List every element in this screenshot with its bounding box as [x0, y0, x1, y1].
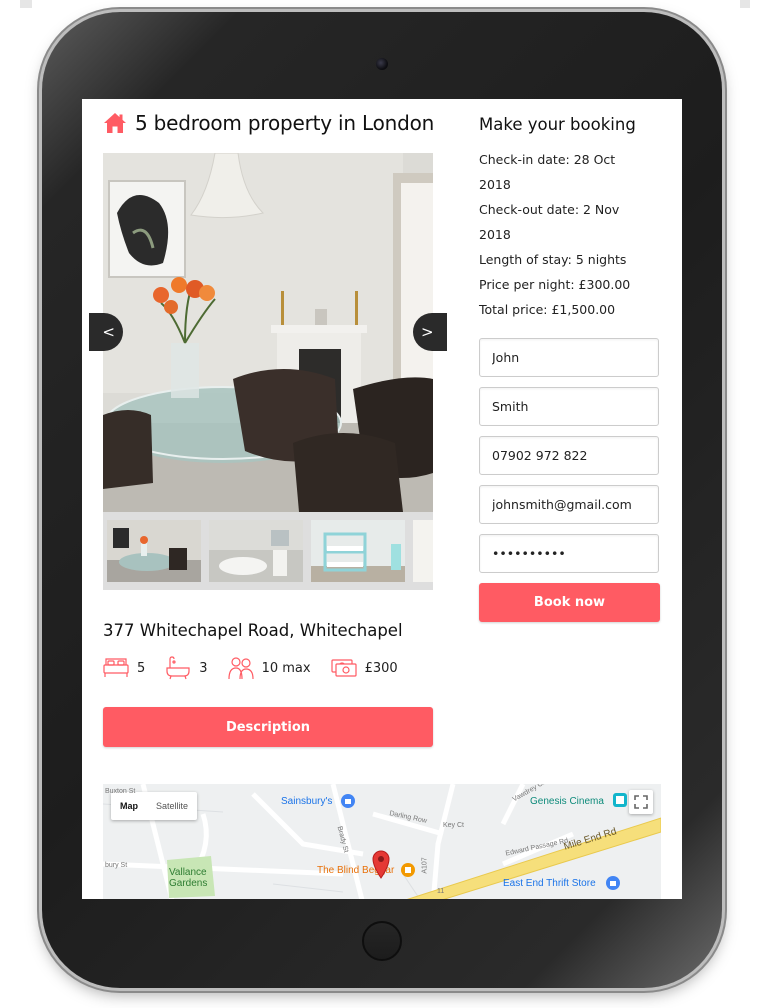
shopping-icon[interactable] [606, 876, 620, 890]
property-address: 377 Whitechapel Road, Whitechapel [103, 621, 403, 640]
feature-guests: 10 max [227, 655, 311, 681]
home-icon [104, 113, 126, 133]
book-now-button[interactable]: Book now [479, 583, 660, 622]
background-decoration [740, 0, 750, 8]
feature-price: £300 [330, 656, 398, 680]
bathrooms-count: 3 [199, 660, 208, 676]
page-title: 5 bedroom property in London [135, 111, 435, 135]
map-type-toggle[interactable]: Map Satellite [111, 792, 198, 820]
cinema-icon[interactable] [613, 793, 627, 807]
gallery-next-button[interactable]: > [413, 313, 447, 351]
phone-field[interactable] [479, 436, 659, 475]
feature-bathrooms: 3 [165, 656, 208, 680]
email-field[interactable] [479, 485, 659, 524]
map[interactable]: Map Satellite Sainsbury's Genesis Cinema… [103, 784, 661, 899]
street-key: Key Ct [443, 822, 465, 829]
map-place-sainsburys[interactable]: Sainsbury's [281, 796, 332, 807]
checkout-year: 2018 [479, 227, 511, 242]
map-place-thrift-store[interactable]: East End Thrift Store [503, 878, 596, 889]
checkin-year: 2018 [479, 177, 511, 192]
money-icon [330, 659, 357, 677]
property-features: 5 3 10 max £300 [103, 655, 418, 681]
guests-count: 10 max [261, 660, 311, 676]
street-buxton: Buxton St [105, 788, 136, 795]
last-name-field[interactable] [479, 387, 659, 426]
feature-bedrooms: 5 [103, 656, 145, 680]
fullscreen-icon [634, 795, 648, 809]
fullscreen-button[interactable] [629, 790, 653, 814]
thumbnail-dining[interactable] [107, 520, 201, 582]
satellite-tab[interactable]: Satellite [147, 792, 197, 820]
map-place-vallance-1[interactable]: Vallance [169, 867, 207, 878]
thumbnail-strip [103, 512, 433, 590]
length-of-stay: Length of stay: 5 nights [479, 252, 627, 267]
pub-icon[interactable] [401, 863, 415, 877]
price-per-night-line: Price per night: £300.00 [479, 277, 631, 292]
thumbnail-living[interactable] [413, 520, 433, 582]
thumbnail-bunk-room[interactable] [311, 520, 405, 582]
shopping-bag-icon[interactable] [341, 794, 355, 808]
booking-title: Make your booking [479, 115, 636, 134]
password-field[interactable] [479, 534, 659, 573]
bed-icon [103, 658, 129, 677]
screen: 5 bedroom property in London < > 377 Whi… [82, 99, 682, 899]
background-decoration [20, 0, 32, 8]
thumbnail-bathroom[interactable] [209, 520, 303, 582]
booking-summary: Check-in date: 28 Oct 2018 Check-out dat… [479, 147, 659, 322]
description-button[interactable]: Description [103, 707, 433, 747]
bedrooms-count: 5 [137, 660, 146, 676]
checkin-date: Check-in date: 28 Oct [479, 152, 616, 167]
checkout-date: Check-out date: 2 Nov [479, 202, 620, 217]
camera-icon [376, 58, 388, 70]
guests-icon [227, 657, 254, 680]
first-name-field[interactable] [479, 338, 659, 377]
map-tab[interactable]: Map [111, 792, 147, 820]
price-per-night: £300 [364, 660, 398, 676]
map-place-vallance-2[interactable]: Gardens [169, 878, 207, 889]
main-photo[interactable] [103, 153, 433, 512]
total-price: Total price: £1,500.00 [479, 302, 616, 317]
bathtub-icon [166, 656, 190, 680]
map-place-genesis-cinema[interactable]: Genesis Cinema [530, 796, 604, 807]
street-a11: 11 [437, 888, 445, 895]
street-a107: A107 [421, 857, 429, 874]
location-pin-icon[interactable] [371, 849, 391, 879]
street-bury: bury St [105, 862, 128, 869]
listing-header: 5 bedroom property in London [103, 111, 434, 135]
home-button[interactable] [362, 921, 402, 961]
photo-gallery: < > [89, 153, 447, 590]
